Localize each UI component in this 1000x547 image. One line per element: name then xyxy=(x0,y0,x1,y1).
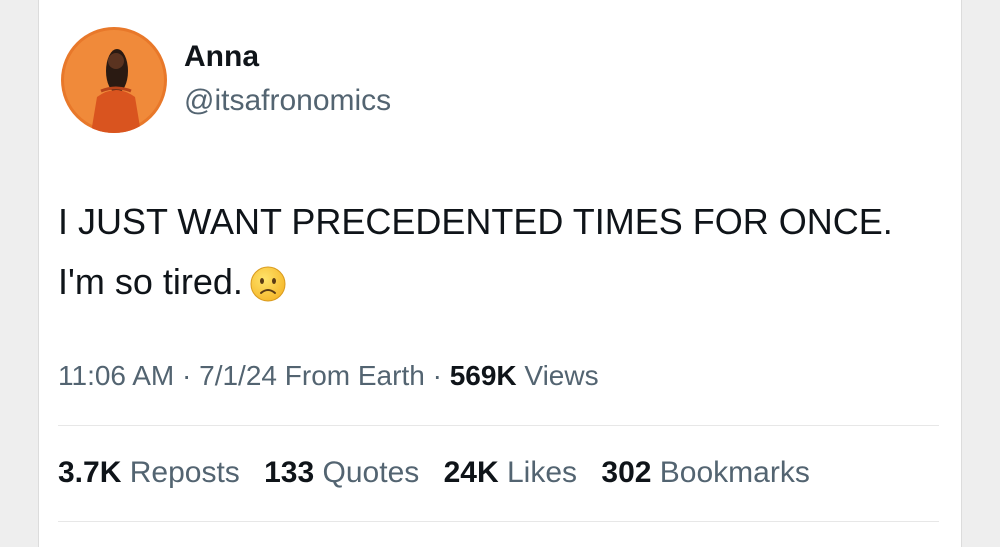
bookmarks-label: Bookmarks xyxy=(659,456,810,489)
tweet-location: From Earth xyxy=(284,360,425,391)
tweet-meta: 11:06 AM · 7/1/24 From Earth · 569K View… xyxy=(58,360,599,391)
tweet-text-line-2: I'm so tired. xyxy=(58,252,948,312)
quotes-label: Quotes xyxy=(322,456,420,489)
author-name[interactable]: Anna xyxy=(184,40,259,74)
tweet-text-line-1: I JUST WANT PRECEDENTED TIMES FOR ONCE. xyxy=(58,201,893,242)
likes-count: 24K xyxy=(443,456,499,489)
likes-stat[interactable]: 24K Likes xyxy=(444,456,577,489)
quotes-count: 133 xyxy=(264,456,315,489)
tweet-time[interactable]: 11:06 AM xyxy=(58,360,174,391)
tweet-card: Anna @itsafronomics I JUST WANT PRECEDEN… xyxy=(38,0,962,547)
reposts-count: 3.7K xyxy=(58,456,122,489)
divider-bottom xyxy=(58,521,939,522)
bookmarks-count: 302 xyxy=(601,456,652,489)
tweet-date[interactable]: 7/1/24 xyxy=(199,360,277,391)
author-handle[interactable]: @itsafronomics xyxy=(184,84,391,118)
reposts-label: Reposts xyxy=(129,456,240,489)
tweet-text-line-2-content: I'm so tired. xyxy=(58,261,243,302)
quotes-stat[interactable]: 133 Quotes xyxy=(264,456,419,489)
avatar[interactable] xyxy=(61,27,167,133)
profile-photo-icon xyxy=(61,27,167,133)
reposts-stat[interactable]: 3.7K Reposts xyxy=(58,456,240,489)
tweet-text: I JUST WANT PRECEDENTED TIMES FOR ONCE. … xyxy=(58,192,948,312)
likes-label: Likes xyxy=(507,456,578,489)
views-count: 569K xyxy=(449,360,517,391)
engagement-stats: 3.7K Reposts 133 Quotes 24K Likes 302 Bo… xyxy=(58,456,826,490)
divider-top xyxy=(58,425,939,426)
frowning-face-icon xyxy=(249,261,287,302)
views-label: Views xyxy=(524,360,599,391)
bookmarks-stat[interactable]: 302 Bookmarks xyxy=(601,456,809,489)
